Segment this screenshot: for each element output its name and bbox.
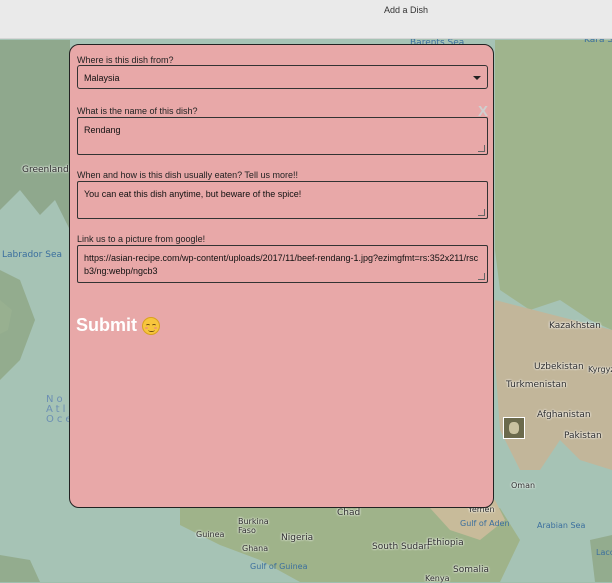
map-label-chad: Chad: [337, 508, 361, 518]
description-value: You can eat this dish anytime, but bewar…: [84, 189, 302, 199]
map-label-ethiopia: Ethiopia: [427, 538, 464, 548]
map-label-oman: Oman: [511, 481, 536, 490]
picture-link-value: https://asian-recipe.com/wp-content/uplo…: [84, 253, 479, 276]
origin-label: Where is this dish from?: [77, 55, 174, 65]
map-label-lacc: Lacc: [596, 548, 612, 557]
map-label-nigeria: Nigeria: [281, 533, 314, 543]
map-label-somalia: Somalia: [453, 565, 490, 575]
origin-select[interactable]: Malaysia: [77, 65, 488, 89]
map-label-guinea: Guinea: [196, 530, 225, 539]
resize-handle-icon[interactable]: [478, 209, 485, 216]
page-title: Add a Dish: [384, 5, 429, 15]
description-field[interactable]: You can eat this dish anytime, but bewar…: [77, 181, 488, 219]
description-label: When and how is this dish usually eaten?…: [77, 170, 298, 180]
submit-label: Submit: [76, 315, 137, 335]
map-label-kazakhstan: Kazakhstan: [549, 321, 601, 331]
map-label-arabian-sea: Arabian Sea: [537, 521, 586, 530]
map-label-south-sudan: South Sudan: [372, 542, 430, 552]
map-label-ghana: Ghana: [242, 544, 269, 553]
map-label-afghanistan: Afghanistan: [537, 410, 591, 420]
resize-handle-icon[interactable]: [478, 273, 485, 280]
map-label-burkina-faso: Burkina Faso: [238, 517, 269, 535]
map-label-gulf-of-aden: Gulf of Aden: [460, 519, 510, 528]
resize-handle-icon[interactable]: [478, 145, 485, 152]
map-label-uzbekistan: Uzbekistan: [534, 362, 584, 372]
relieved-face-icon: [142, 316, 160, 335]
chevron-down-icon: [473, 76, 481, 80]
map-label-pakistan: Pakistan: [564, 431, 602, 441]
dish-map-marker[interactable]: [503, 417, 525, 439]
dish-name-label: What is the name of this dish?: [77, 106, 198, 116]
map-label-turkmenistan: Turkmenistan: [506, 380, 567, 390]
origin-select-value: Malaysia: [84, 73, 120, 83]
add-dish-modal: X Where is this dish from? Malaysia What…: [69, 44, 494, 508]
picture-link-field[interactable]: https://asian-recipe.com/wp-content/uplo…: [77, 245, 488, 283]
map-label-labrador-sea: Labrador Sea: [2, 250, 63, 260]
map-label-kyrgyz: Kyrgyz: [588, 365, 612, 374]
map-label-gulf-of-guinea: Gulf of Guinea: [250, 562, 308, 571]
map-label-greenland: Greenland: [22, 165, 69, 175]
top-bar: Add a Dish: [0, 0, 612, 39]
dish-name-field[interactable]: Rendang: [77, 117, 488, 155]
picture-link-label: Link us to a picture from google!: [77, 234, 206, 244]
dish-name-value: Rendang: [84, 125, 121, 135]
submit-button[interactable]: Submit: [76, 315, 160, 336]
